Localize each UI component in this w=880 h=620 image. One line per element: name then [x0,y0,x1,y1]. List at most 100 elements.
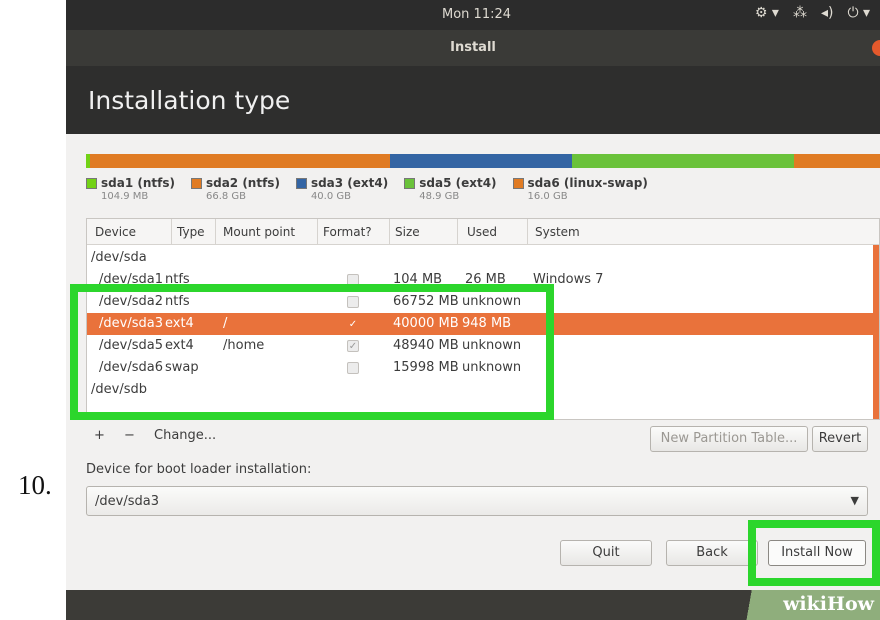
format-checkbox[interactable] [347,362,359,374]
column-divider [317,219,318,245]
bootloader-label: Device for boot loader installation: [86,462,312,477]
top-panel: Mon 11:24 ⚙ ▾ ⁂ ◂) ⏻ ▾ [66,0,880,30]
legend-swatch [512,178,524,189]
cell-type: ext4 [165,338,194,353]
legend-item: sda3 (ext4) 40.0 GB [295,176,388,202]
cell-mount: / [223,316,228,331]
table-row[interactable]: /dev/sda6 swap 15998 MB unknown [87,357,879,379]
legend-size: 66.8 GB [205,191,247,202]
installer-screen: Mon 11:24 ⚙ ▾ ⁂ ◂) ⏻ ▾ Install Installat… [66,0,880,620]
cell-mount: /home [223,338,265,353]
watermark-text: wikiHow [783,593,874,615]
window-title: Install [450,40,496,55]
legend-name: sda1 (ntfs) [101,176,175,190]
table-row-selected[interactable]: /dev/sda3 ext4 / ✓ 40000 MB 948 MB [87,313,879,335]
partition-bar-segment [390,154,572,168]
partition-bar-segment [794,154,880,168]
clock[interactable]: Mon 11:24 [442,7,511,22]
network-icon[interactable]: ⁂ [793,5,807,21]
cell-device: /dev/sda2 [99,294,163,309]
legend-size: 16.0 GB [527,191,568,202]
cell-device: /dev/sda3 [99,316,163,331]
cell-type: swap [165,360,199,375]
cell-system: Windows 7 [533,272,604,287]
format-checkbox[interactable] [347,296,359,308]
column-header[interactable]: Device [95,225,136,239]
partition-toolbar: + − Change... New Partition Table... Rev… [86,426,880,452]
system-tray: ⚙ ▾ ⁂ ◂) ⏻ ▾ [755,5,870,21]
back-button[interactable]: Back [666,540,758,566]
cell-device: /dev/sda1 [99,272,163,287]
table-header: Device Type Mount point Format? Size Use… [87,219,879,245]
table-scrollbar[interactable] [873,245,879,419]
legend-swatch [86,178,97,189]
legend-name: sda6 (linux-swap) [527,176,648,190]
column-divider [171,219,172,245]
legend-item: sda2 (ntfs) 66.8 GB [190,176,280,202]
cell-device: /dev/sda6 [99,360,163,375]
legend-name: sda2 (ntfs) [205,176,280,190]
cell-used: unknown [462,338,522,353]
cell-used: unknown [462,294,522,309]
cell-used: 26 MB [465,272,506,287]
bootloader-device-select[interactable]: /dev/sda3 ▼ [86,486,868,516]
column-header[interactable]: Type [177,225,205,239]
cell-device: /dev/sda [91,250,147,265]
partition-table[interactable]: Device Type Mount point Format? Size Use… [86,218,880,420]
legend-size: 48.9 GB [419,191,460,202]
column-header[interactable]: Mount point [223,225,295,239]
partition-bar-segment [572,154,794,168]
cell-size: 15998 MB [393,360,459,375]
legend-swatch [404,178,416,189]
cell-size: 104 MB [393,272,443,287]
step-number: 10. [18,470,52,500]
format-checkbox-checked[interactable]: ✓ [347,318,359,330]
column-divider [389,219,390,245]
change-partition-button[interactable]: Change... [154,428,216,450]
bottom-strip: wikiHow [66,590,880,620]
accessibility-icon[interactable]: ⚙ ▾ [755,5,779,21]
table-row[interactable]: /dev/sda5 ext4 /home ✓ 48940 MB unknown [87,335,879,357]
window-titlebar: Install [66,30,880,66]
cell-type: ntfs [165,272,190,287]
column-header[interactable]: Size [395,225,420,239]
power-icon[interactable]: ⏻ ▾ [847,5,870,21]
format-checkbox-checked[interactable]: ✓ [347,340,359,352]
table-row[interactable]: /dev/sdb [87,379,879,401]
cell-size: 48940 MB [393,338,459,353]
column-divider [527,219,528,245]
cell-used: 948 MB [462,316,512,331]
quit-button[interactable]: Quit [560,540,652,566]
legend-size: 40.0 GB [310,191,351,202]
install-now-button[interactable]: Install Now [768,540,866,566]
legend-item: sda6 (linux-swap) 16.0 GB [512,176,648,202]
format-checkbox[interactable] [347,274,359,286]
cell-type: ext4 [165,316,194,331]
table-row[interactable]: /dev/sda1 ntfs 104 MB 26 MB Windows 7 [87,269,879,291]
add-partition-button[interactable]: + [94,428,105,450]
installer-content: sda1 (ntfs) 104.9 MB sda2 (ntfs) 66.8 GB… [66,134,880,590]
column-header[interactable]: System [535,225,580,239]
dropdown-arrow-icon: ▼ [850,494,859,507]
page-header: Installation type [66,66,880,134]
legend-name: sda5 (ext4) [419,176,497,190]
column-header[interactable]: Format? [323,225,372,239]
cell-device: /dev/sda5 [99,338,163,353]
cell-type: ntfs [165,294,190,309]
revert-button[interactable]: Revert [812,426,868,452]
cell-size: 66752 MB [393,294,459,309]
legend-item: sda5 (ext4) 48.9 GB [404,176,497,202]
wikihow-watermark: wikiHow [730,590,880,620]
column-divider [215,219,216,245]
cell-device: /dev/sdb [91,382,147,397]
column-header[interactable]: Used [467,225,497,239]
table-row[interactable]: /dev/sda2 ntfs 66752 MB unknown [87,291,879,313]
new-partition-table-button[interactable]: New Partition Table... [650,426,808,452]
remove-partition-button[interactable]: − [124,428,135,450]
page-title: Installation type [88,86,291,115]
volume-icon[interactable]: ◂) [821,5,834,21]
partition-bar-segment [90,154,390,168]
partition-legend: sda1 (ntfs) 104.9 MB sda2 (ntfs) 66.8 GB… [86,176,648,202]
cell-size: 40000 MB [393,316,459,331]
table-row[interactable]: /dev/sda [87,247,879,269]
